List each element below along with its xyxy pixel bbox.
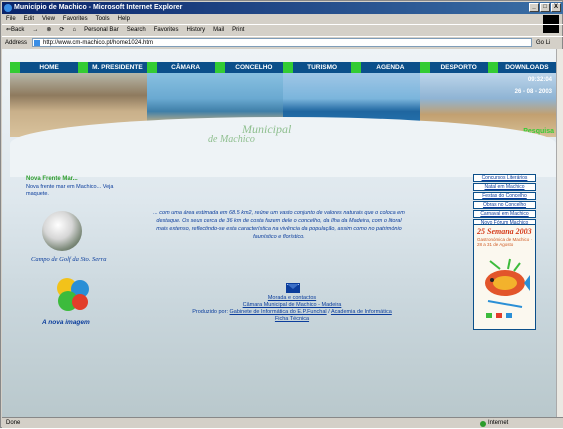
- refresh-button[interactable]: ⟳: [59, 25, 64, 35]
- menu-view[interactable]: View: [42, 14, 55, 24]
- window-title: Município de Machico - Microsoft Interne…: [14, 4, 183, 11]
- minimize-button[interactable]: _: [529, 3, 539, 12]
- producer-link-2[interactable]: Academia de Informática: [331, 309, 392, 315]
- web-page: HOME M. PRESIDENTE CÂMARA CONCELHO TURIS…: [2, 49, 556, 417]
- nav-label: HOME: [20, 62, 79, 73]
- nav-marker: [214, 62, 225, 73]
- nav-label: AGENDA: [361, 62, 420, 73]
- history-button[interactable]: History: [186, 25, 205, 35]
- nav-label: DOWNLOADS: [497, 62, 556, 73]
- title-bar: Município de Machico - Microsoft Interne…: [2, 2, 563, 14]
- nav-label: M. PRESIDENTE: [88, 62, 147, 73]
- mail-button[interactable]: Mail: [213, 25, 224, 35]
- nav-marker: [351, 62, 362, 73]
- address-label: Address: [5, 40, 28, 46]
- nav-home[interactable]: HOME: [10, 62, 79, 73]
- poster-title: 25 Semana 2003: [477, 227, 532, 236]
- org-link[interactable]: Câmara Municipal de Machico - Madeira: [243, 302, 342, 308]
- poster-fish-icon: [485, 258, 530, 318]
- address-url: http://www.cm-machico.pt/home1024.htm: [43, 40, 154, 46]
- nav-marker: [283, 62, 293, 73]
- menu-favorites[interactable]: Favorites: [63, 14, 88, 24]
- producer-separator: /: [328, 309, 330, 315]
- nav-downloads[interactable]: DOWNLOADS: [487, 62, 556, 73]
- nav-marker: [487, 62, 498, 73]
- site-subtitle: de Machico: [208, 134, 255, 145]
- toolbar: ⇐Back → ⊗ ⟳ ⌂ Personal Bar Search Favori…: [2, 24, 563, 35]
- nav-label: CÂMARA: [156, 62, 215, 73]
- intro-text: ... com uma área estimada em 68.5 km2, r…: [153, 210, 405, 240]
- status-bar: Done Internet: [2, 417, 563, 428]
- tech-sheet-link[interactable]: Ficha Técnica: [275, 316, 309, 322]
- nav-presidente[interactable]: M. PRESIDENTE: [78, 62, 147, 73]
- footer: Morada e contactos Câmara Municipal de M…: [147, 295, 437, 323]
- favorites-button[interactable]: Favorites: [154, 25, 179, 35]
- poster-subtitle: Gastronómica de Machico · 28 a 31 de Ago…: [477, 237, 533, 247]
- go-label: Go: [536, 40, 545, 46]
- link-natal[interactable]: Natal em Machico: [473, 183, 536, 191]
- logo-caption[interactable]: A nova imagem: [42, 319, 90, 326]
- right-links: Concursos Literários Natal em Machico Fe…: [473, 174, 536, 228]
- link-obras[interactable]: Obras no Concelho: [473, 201, 536, 209]
- window-controls: _ □ X: [529, 3, 561, 12]
- site-nav: HOME M. PRESIDENTE CÂMARA CONCELHO TURIS…: [10, 62, 556, 73]
- nav-agenda[interactable]: AGENDA: [351, 62, 420, 73]
- address-bar: Address http://www.cm-machico.pt/home102…: [2, 36, 563, 48]
- status-text: Done: [6, 420, 21, 426]
- address-input[interactable]: http://www.cm-machico.pt/home1024.htm: [32, 38, 532, 47]
- stop-button[interactable]: ⊗: [46, 25, 51, 35]
- news-title[interactable]: Nova Frente Mar...: [26, 176, 78, 182]
- security-zone: Internet: [480, 419, 508, 428]
- golf-caption[interactable]: Campo de Golf da Sto. Serra: [31, 256, 106, 263]
- producer-link-1[interactable]: Gabinete de Informática do E.P.Funchal: [230, 309, 327, 315]
- clock: 09:32:04: [527, 77, 552, 83]
- forward-button[interactable]: →: [32, 25, 38, 35]
- news-text[interactable]: Nova frente mar em Machico... Veja maque…: [26, 184, 136, 198]
- menu-tools[interactable]: Tools: [96, 14, 110, 24]
- browser-window: Município de Machico - Microsoft Interne…: [0, 0, 563, 428]
- nav-marker: [78, 62, 89, 73]
- nav-desporto[interactable]: DESPORTO: [419, 62, 488, 73]
- nav-marker: [10, 62, 20, 73]
- menu-file[interactable]: File: [6, 14, 16, 24]
- menu-edit[interactable]: Edit: [24, 14, 34, 24]
- page-icon: [34, 40, 40, 46]
- print-button[interactable]: Print: [232, 25, 244, 35]
- vertical-scrollbar[interactable]: [556, 49, 563, 417]
- maximize-button[interactable]: □: [540, 3, 550, 12]
- close-button[interactable]: X: [551, 3, 561, 12]
- mail-icon[interactable]: [286, 283, 300, 293]
- municipal-logo-icon[interactable]: [53, 274, 93, 314]
- nav-label: DESPORTO: [429, 62, 488, 73]
- golf-image[interactable]: [42, 211, 82, 251]
- link-carnaval[interactable]: Carnaval em Machico: [473, 210, 536, 218]
- links-label: Li: [545, 40, 551, 46]
- produced-by-label: Produzido por:: [192, 309, 228, 315]
- contact-link[interactable]: Morada e contactos: [268, 295, 316, 301]
- personal-bar-button[interactable]: Personal Bar: [84, 25, 119, 35]
- menu-help[interactable]: Help: [118, 14, 130, 24]
- go-button[interactable]: Go Li: [536, 37, 550, 49]
- nav-concelho[interactable]: CONCELHO: [214, 62, 283, 73]
- date: 26 - 08 - 2003: [514, 89, 552, 95]
- nav-turismo[interactable]: TURISMO: [283, 62, 352, 73]
- nav-camara[interactable]: CÂMARA: [146, 62, 215, 73]
- search-button[interactable]: Search: [127, 25, 146, 35]
- link-concursos[interactable]: Concursos Literários: [473, 174, 536, 182]
- home-button[interactable]: ⌂: [72, 25, 76, 35]
- ie-logo-icon: [4, 4, 12, 12]
- nav-label: CONCELHO: [224, 62, 283, 73]
- nav-marker: [419, 62, 430, 73]
- back-button[interactable]: ⇐Back: [6, 25, 24, 35]
- link-festas[interactable]: Festas do Concelho: [473, 192, 536, 200]
- nav-marker: [146, 62, 157, 73]
- event-poster[interactable]: 25 Semana 2003 Gastronómica de Machico ·…: [473, 224, 536, 330]
- menu-bar: File Edit View Favorites Tools Help: [2, 14, 563, 24]
- nav-label: TURISMO: [293, 62, 352, 73]
